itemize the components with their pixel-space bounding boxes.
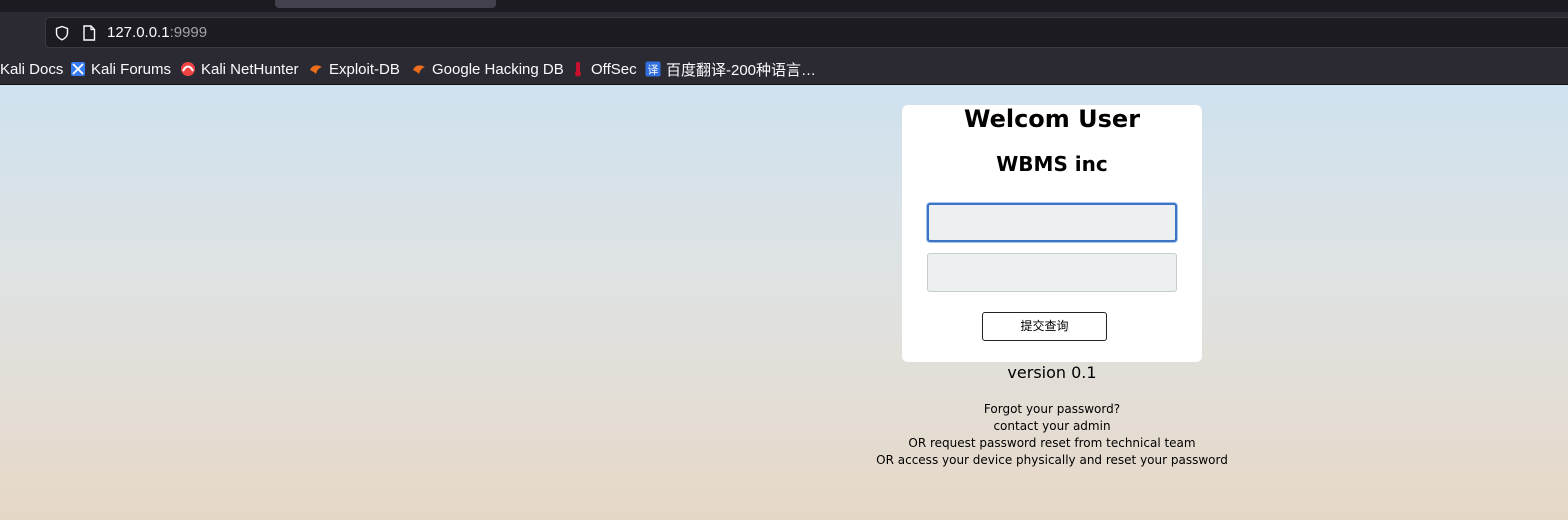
company-name: WBMS inc [996, 152, 1108, 176]
url-text[interactable]: 127.0.0.1:9999 [107, 24, 207, 41]
submit-button[interactable]: 提交查询 [982, 312, 1107, 341]
help-line: contact your admin [993, 419, 1111, 433]
password-help: Forgot your password? contact your admin… [852, 401, 1252, 469]
url-port: :9999 [169, 24, 208, 41]
bookmarks-toolbar: Kali Docs Kali Forums Kali NetHunter Exp… [0, 53, 1568, 85]
login-card: Welcom User WBMS inc 提交查询 [902, 105, 1202, 362]
bookmark-baidu-translate[interactable]: 译 百度翻译-200种语言… [645, 59, 816, 79]
url-bar[interactable]: 127.0.0.1:9999 [45, 17, 1568, 48]
bookmark-kali-forums[interactable]: Kali Forums [70, 59, 171, 79]
bookmark-exploit-db[interactable]: Exploit-DB [308, 59, 400, 79]
help-line: Forgot your password? [983, 402, 1121, 416]
password-input[interactable] [927, 253, 1177, 292]
bookmark-label: 百度翻译-200种语言… [666, 61, 817, 79]
bookmark-offsec[interactable]: OffSec [570, 59, 637, 79]
bookmark-label: Kali NetHunter [201, 60, 299, 78]
help-line: OR access your device physically and res… [876, 453, 1228, 467]
url-host: 127.0.0.1 [107, 24, 170, 41]
baidu-translate-icon: 译 [645, 61, 661, 77]
tab-strip [0, 0, 1568, 12]
help-line: OR request password reset from technical… [908, 436, 1196, 450]
bookmark-label: Kali Docs [0, 60, 64, 78]
username-input[interactable] [927, 203, 1177, 242]
bookmark-kali-docs[interactable]: Kali Docs [0, 59, 63, 79]
bookmark-label: Google Hacking DB [432, 60, 564, 78]
exploit-db-icon [310, 65, 322, 74]
page-viewport: Welcom User WBMS inc 提交查询 version 0.1 Fo… [0, 85, 1568, 520]
welcome-heading: Welcom User [963, 105, 1141, 133]
version-label: version 0.1 [1007, 363, 1097, 382]
kali-nethunter-icon [181, 62, 195, 76]
navigation-bar: 127.0.0.1:9999 [0, 12, 1568, 53]
bookmark-label: Exploit-DB [329, 60, 400, 78]
kali-forums-icon [71, 62, 85, 76]
browser-tab[interactable] [275, 0, 496, 8]
shield-icon[interactable] [54, 25, 70, 41]
offsec-icon [575, 62, 581, 77]
bookmark-google-hacking-db[interactable]: Google Hacking DB [411, 59, 564, 79]
page-icon[interactable] [82, 25, 96, 41]
svg-text:译: 译 [648, 64, 659, 77]
google-hacking-db-icon [413, 65, 425, 74]
bookmark-kali-nethunter[interactable]: Kali NetHunter [180, 59, 299, 79]
bookmark-label: Kali Forums [91, 60, 172, 78]
bookmark-label: OffSec [591, 60, 637, 78]
